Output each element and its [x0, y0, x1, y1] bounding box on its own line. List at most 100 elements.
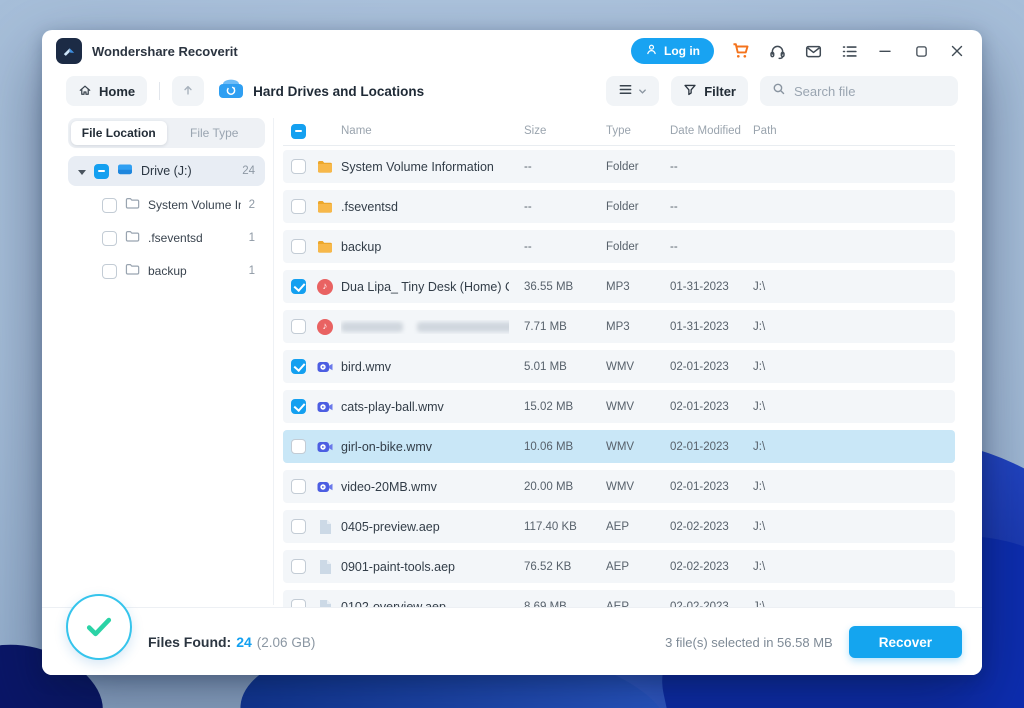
folder-checkbox[interactable]	[102, 230, 117, 246]
file-name: girl-on-bike.wmv	[341, 439, 432, 454]
folder-tree-children: System Volume Inform... 2 .fseventsd 1 b…	[68, 191, 265, 285]
caret-down-icon[interactable]	[78, 162, 86, 180]
file-table-body: System Volume Information -- Folder -- .…	[283, 150, 955, 607]
folder-outline-icon	[125, 229, 140, 248]
table-row[interactable]: ♪ Dua Lipa_ Tiny Desk (Home) Co... 36.55…	[283, 270, 955, 303]
row-checkbox[interactable]	[291, 559, 306, 574]
app-window: Wondershare Recoverit Log in Home Hard D…	[42, 30, 982, 675]
table-row[interactable]: ♪ 7.71 MB MP3 01-31-2023 J:\	[283, 310, 955, 343]
table-row[interactable]: 0901-paint-tools.aep 76.52 KB AEP 02-02-…	[283, 550, 955, 583]
table-row[interactable]: 0102-overview.aep 8.69 MB AEP 02-02-2023…	[283, 590, 955, 607]
row-checkbox[interactable]	[291, 159, 306, 174]
table-row[interactable]: girl-on-bike.wmv 10.06 MB WMV 02-01-2023…	[283, 430, 955, 463]
file-type-icon	[317, 559, 333, 575]
file-type: WMV	[606, 360, 635, 373]
drive-location-icon	[218, 78, 244, 105]
file-type-icon	[317, 519, 333, 535]
tree-item-folder[interactable]: backup 1	[68, 257, 265, 285]
tree-item-folder[interactable]: System Volume Inform... 2	[68, 191, 265, 219]
tree-item-count: 24	[242, 165, 255, 177]
footer: Files Found: 24 (2.06 GB) 3 file(s) sele…	[42, 594, 982, 675]
column-size: Size	[524, 125, 547, 137]
minimize-icon[interactable]	[876, 42, 894, 60]
file-size: 20.00 MB	[524, 480, 574, 493]
select-all-checkbox[interactable]	[291, 123, 306, 139]
sidebar-tabs: File Location File Type	[68, 118, 265, 148]
breadcrumb: Hard Drives and Locations	[253, 83, 425, 99]
file-size: 117.40 KB	[524, 520, 577, 533]
menu-list-icon[interactable]	[840, 42, 858, 60]
file-path: J:\	[753, 280, 766, 293]
file-type-icon	[317, 199, 333, 215]
file-name: 0901-paint-tools.aep	[341, 559, 455, 574]
row-checkbox[interactable]	[291, 199, 306, 214]
mail-icon[interactable]	[804, 42, 822, 60]
row-checkbox[interactable]	[291, 599, 306, 607]
row-checkbox[interactable]	[291, 359, 306, 374]
table-row[interactable]: bird.wmv 5.01 MB WMV 02-01-2023 J:\	[283, 350, 955, 383]
maximize-icon[interactable]	[912, 42, 930, 60]
row-checkbox[interactable]	[291, 519, 306, 534]
recover-button[interactable]: Recover	[848, 626, 962, 658]
scan-complete-check-icon	[66, 594, 132, 660]
panel-divider	[273, 118, 274, 605]
login-button[interactable]: Log in	[631, 38, 714, 64]
login-label: Log in	[664, 44, 700, 58]
navigate-up-button[interactable]	[172, 76, 205, 106]
file-type: MP3	[606, 320, 630, 333]
tree-item-label: backup	[148, 264, 187, 278]
music-note-icon: ♪	[317, 318, 333, 335]
table-row[interactable]: System Volume Information -- Folder --	[283, 150, 955, 183]
row-checkbox[interactable]	[291, 479, 306, 494]
file-type: Folder	[606, 160, 639, 173]
filter-button[interactable]: Filter	[671, 76, 748, 106]
file-type: WMV	[606, 480, 635, 493]
user-icon	[645, 43, 658, 59]
drive-checkbox[interactable]	[94, 163, 109, 179]
tree-item-drive[interactable]: Drive (J:) 24	[68, 156, 265, 186]
titlebar: Wondershare Recoverit Log in	[42, 30, 982, 72]
file-name: 0405-preview.aep	[341, 519, 440, 534]
file-path: J:\	[753, 480, 766, 493]
tree-item-folder[interactable]: .fseventsd 1	[68, 224, 265, 252]
row-checkbox[interactable]	[291, 399, 306, 414]
folder-checkbox[interactable]	[102, 263, 117, 279]
file-name: bird.wmv	[341, 359, 392, 374]
file-size: 7.71 MB	[524, 320, 567, 333]
table-row[interactable]: .fseventsd -- Folder --	[283, 190, 955, 223]
file-date-modified: 02-01-2023	[670, 480, 729, 493]
close-icon[interactable]	[948, 42, 966, 60]
files-found-summary: Files Found: 24 (2.06 GB)	[148, 608, 315, 675]
file-type-icon	[317, 599, 333, 607]
support-headset-icon[interactable]	[768, 42, 786, 60]
row-checkbox[interactable]	[291, 319, 306, 334]
view-options-button[interactable]	[606, 76, 660, 106]
tab-file-type[interactable]: File Type	[167, 121, 263, 145]
cart-icon[interactable]	[732, 42, 750, 60]
file-name: backup	[341, 239, 382, 254]
files-found-size: (2.06 GB)	[256, 634, 316, 650]
file-type-icon	[317, 439, 333, 455]
search-input[interactable]	[794, 83, 934, 99]
header-divider	[283, 145, 955, 146]
file-date-modified: 02-01-2023	[670, 440, 729, 453]
tab-file-location[interactable]: File Location	[71, 121, 167, 145]
arrow-up-icon	[181, 83, 195, 100]
folder-checkbox[interactable]	[102, 197, 117, 213]
home-button[interactable]: Home	[66, 76, 148, 106]
folder-outline-icon	[125, 262, 140, 281]
file-type-icon	[317, 479, 333, 495]
table-row[interactable]: backup -- Folder --	[283, 230, 955, 263]
tree-item-count: 1	[248, 232, 255, 244]
table-row[interactable]: 0405-preview.aep 117.40 KB AEP 02-02-202…	[283, 510, 955, 543]
row-checkbox[interactable]	[291, 279, 306, 294]
row-checkbox[interactable]	[291, 239, 306, 254]
hamburger-icon	[618, 82, 633, 100]
table-row[interactable]: cats-play-ball.wmv 15.02 MB WMV 02-01-20…	[283, 390, 955, 423]
toolbar: Home Hard Drives and Locations Filter Se…	[42, 74, 982, 108]
file-path: J:\	[753, 400, 766, 413]
tree-item-count: 1	[248, 265, 255, 277]
row-checkbox[interactable]	[291, 439, 306, 454]
file-path: J:\	[753, 560, 766, 573]
table-row[interactable]: video-20MB.wmv 20.00 MB WMV 02-01-2023 J…	[283, 470, 955, 503]
